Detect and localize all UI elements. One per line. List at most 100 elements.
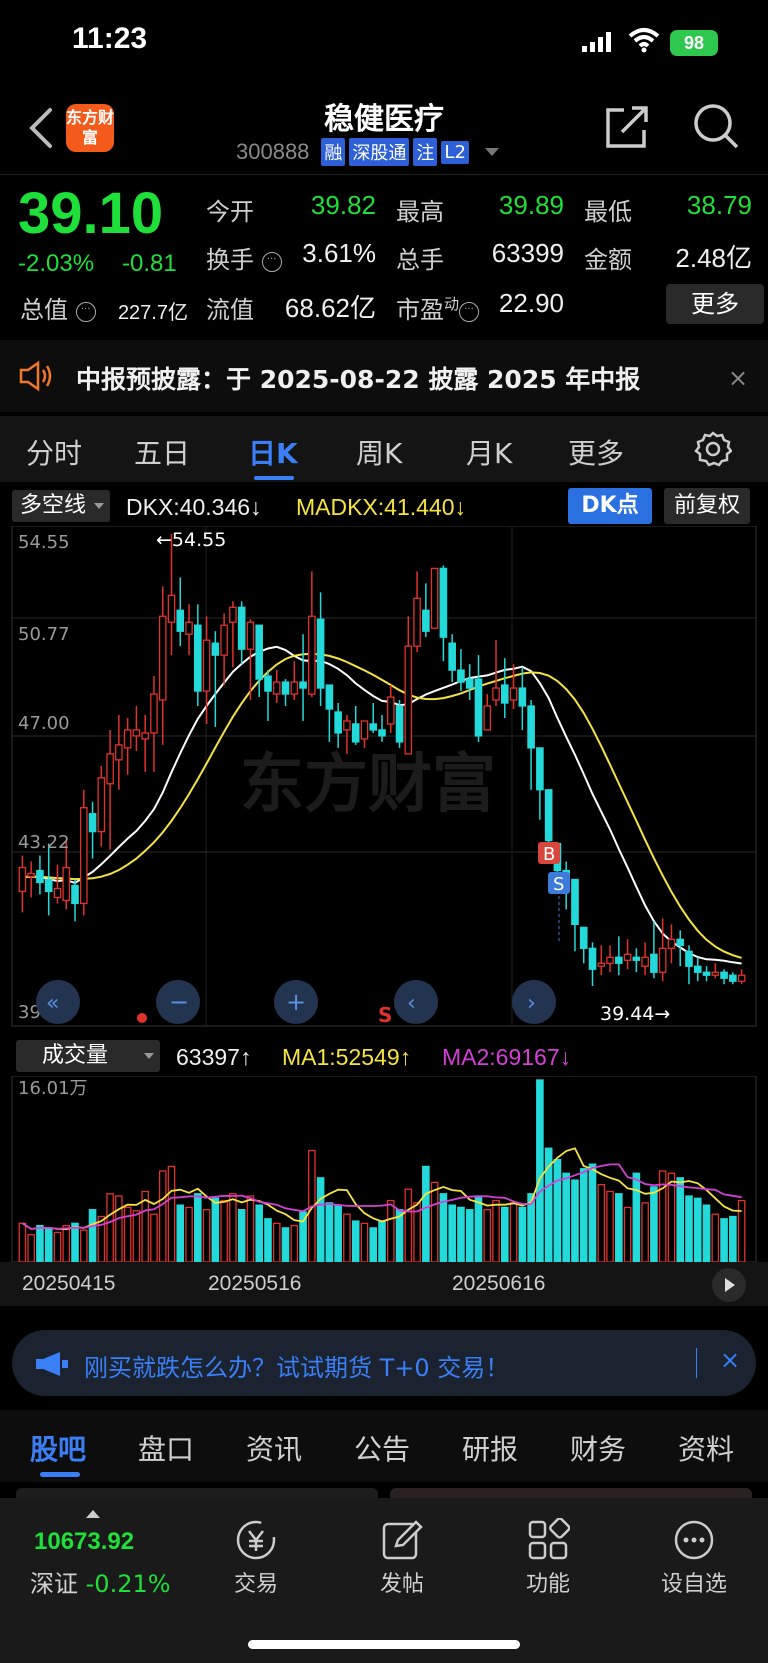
scroll-right-button[interactable]: › bbox=[512, 980, 556, 1024]
functions-button[interactable]: 功能 bbox=[498, 1518, 598, 1598]
dk-point-button[interactable]: DK点 bbox=[568, 488, 652, 524]
candle-body bbox=[343, 720, 351, 731]
amount-value: 2.48亿 bbox=[675, 243, 752, 273]
svg-text:«: « bbox=[46, 991, 59, 1016]
index-value[interactable]: 10673.92 bbox=[34, 1528, 134, 1556]
tab-news[interactable]: 资讯 bbox=[246, 1428, 302, 1468]
pe-label[interactable]: 市盈动 ··· bbox=[396, 290, 480, 325]
candle-body bbox=[325, 684, 334, 710]
tab-announcements[interactable]: 公告 bbox=[354, 1428, 410, 1468]
close-icon[interactable]: × bbox=[720, 1346, 740, 1374]
volume-bar bbox=[79, 1229, 88, 1263]
candle-body bbox=[711, 971, 720, 976]
tab-weekly-k[interactable]: 周K bbox=[356, 432, 402, 472]
index-change: -0.21% bbox=[85, 1570, 171, 1598]
stock-code-row[interactable]: 300888 融 深股通 注 L2 bbox=[236, 138, 499, 166]
volume-bar bbox=[343, 1213, 351, 1263]
tab-monthly-k[interactable]: 月K bbox=[466, 432, 512, 472]
volume-ma2: MA2:69167↓ bbox=[442, 1044, 572, 1070]
futures-ad-banner[interactable]: 刚买就跌怎么办？试试期货 T+0 交易！ × bbox=[12, 1330, 756, 1396]
index-name[interactable]: 深证 -0.21% bbox=[30, 1564, 171, 1599]
tab-intraday[interactable]: 分时 bbox=[26, 432, 82, 472]
candle-body bbox=[518, 687, 527, 707]
report-notice-banner[interactable]: 中报预披露：于 2025-08-22 披露 2025 年中报 × bbox=[0, 340, 768, 412]
candle-body bbox=[290, 681, 299, 695]
candle-body bbox=[404, 645, 413, 755]
volume-bar bbox=[430, 1181, 439, 1263]
volume-bar bbox=[53, 1231, 62, 1263]
volume-bar bbox=[729, 1215, 737, 1263]
info-icon[interactable]: ··· bbox=[459, 302, 480, 322]
volume-bar bbox=[150, 1213, 158, 1263]
tab-financials[interactable]: 财务 bbox=[570, 1428, 626, 1468]
trade-button[interactable]: 交易 bbox=[206, 1518, 306, 1598]
gear-icon[interactable] bbox=[694, 430, 732, 468]
caret-up-icon[interactable] bbox=[86, 1510, 100, 1518]
tab-daily-k[interactable]: 日K bbox=[248, 432, 298, 472]
candle-body bbox=[115, 744, 123, 761]
svg-text:+: + bbox=[286, 988, 306, 1016]
candle-body bbox=[509, 687, 518, 701]
content-preview bbox=[0, 1482, 768, 1498]
zoom-out-button[interactable]: − bbox=[156, 980, 200, 1024]
tab-forum[interactable]: 股吧 bbox=[30, 1428, 86, 1468]
y-label-2: 50.77 bbox=[18, 624, 70, 645]
volume-selector[interactable]: 成交量 bbox=[16, 1040, 160, 1072]
s-marker: S bbox=[378, 1003, 392, 1027]
info-icon[interactable]: ··· bbox=[75, 302, 96, 322]
candle-body bbox=[246, 621, 255, 650]
candle-body bbox=[264, 675, 272, 692]
tab-order-book[interactable]: 盘口 bbox=[138, 1428, 194, 1468]
more-button[interactable]: 更多 bbox=[666, 284, 764, 324]
post-label: 发帖 bbox=[379, 1572, 424, 1597]
volume-bar bbox=[588, 1163, 597, 1263]
chevron-down-icon[interactable] bbox=[484, 148, 499, 156]
candle-body bbox=[36, 869, 44, 884]
candle-body bbox=[351, 723, 360, 743]
dkx-value: DKX:40.346↓ bbox=[126, 494, 262, 520]
volume-chart[interactable]: 16.01万 bbox=[0, 1076, 768, 1264]
preview-card[interactable] bbox=[16, 1488, 378, 1498]
stock-header: 东方财富 稳健医疗 300888 融 深股通 注 L2 bbox=[0, 88, 768, 174]
trade-label: 交易 bbox=[233, 1572, 278, 1597]
volume-bar bbox=[351, 1220, 360, 1263]
scroll-left-button[interactable]: ‹ bbox=[394, 980, 438, 1024]
candle-body bbox=[88, 813, 97, 833]
preview-card[interactable] bbox=[390, 1488, 752, 1498]
volume-bar bbox=[641, 1202, 649, 1263]
tab-five-day[interactable]: 五日 bbox=[134, 432, 190, 472]
tab-research[interactable]: 研报 bbox=[462, 1428, 518, 1468]
candle-body bbox=[465, 678, 474, 689]
wifi-icon bbox=[628, 28, 660, 53]
volume-bar bbox=[483, 1209, 492, 1263]
candle-body bbox=[132, 729, 141, 737]
candle-body bbox=[650, 953, 658, 973]
add-watchlist-button[interactable]: 设自选 bbox=[644, 1518, 744, 1598]
candle-body bbox=[334, 711, 342, 734]
status-bar: 11:23 98 bbox=[0, 0, 768, 88]
search-icon[interactable] bbox=[692, 102, 740, 150]
zoom-in-button[interactable]: + bbox=[274, 980, 318, 1024]
period-tabs: 分时 五日 日K 周K 月K 更多 bbox=[0, 416, 768, 482]
candle-body bbox=[702, 971, 711, 976]
volume-bar bbox=[202, 1209, 211, 1263]
tab-more[interactable]: 更多 bbox=[568, 432, 624, 472]
candle-body bbox=[685, 950, 693, 967]
tab-profile[interactable]: 资料 bbox=[678, 1428, 734, 1468]
indicator-selector[interactable]: 多空线 bbox=[12, 490, 111, 522]
close-icon[interactable]: × bbox=[728, 364, 748, 392]
forward-adjust-button[interactable]: 前复权 bbox=[664, 488, 750, 524]
candlestick-chart[interactable]: 东方财富 54.55 50.77 47.00 43.22 39.44 ←54.5… bbox=[0, 526, 768, 1034]
share-icon[interactable] bbox=[604, 104, 650, 150]
mktcap-label[interactable]: 总值 ··· bbox=[20, 290, 96, 325]
volume-bar bbox=[281, 1227, 290, 1263]
y-label-top: 54.55 bbox=[18, 532, 70, 553]
post-button[interactable]: 发帖 bbox=[352, 1518, 452, 1598]
candle-body bbox=[316, 618, 325, 689]
volume-value: 63397↑ bbox=[176, 1044, 252, 1070]
play-icon[interactable] bbox=[712, 1268, 746, 1302]
scroll-left-fast-button[interactable]: « bbox=[36, 980, 80, 1024]
turnover-label[interactable]: 换手 ··· bbox=[206, 240, 282, 275]
info-icon[interactable]: ··· bbox=[261, 252, 282, 272]
candle-body bbox=[395, 705, 404, 743]
